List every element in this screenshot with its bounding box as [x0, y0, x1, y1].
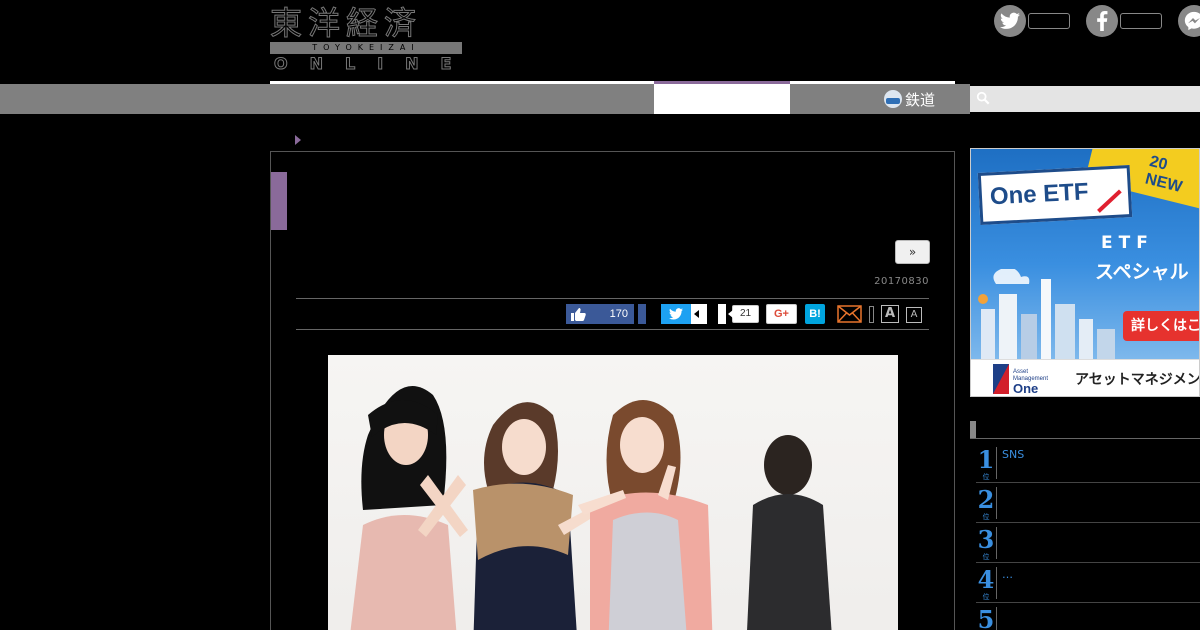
site-logo[interactable]: 東洋経済 TOYOKEIZAI ONLINE — [270, 4, 465, 74]
tweet-button[interactable] — [661, 304, 691, 324]
ranking-divider — [996, 447, 997, 479]
nav-item-rail-label: 鉄道 — [905, 90, 936, 109]
sponsor-small-1: Asset — [1013, 369, 1028, 375]
article-title-marker — [271, 172, 287, 230]
ranking-number: 5位 — [976, 607, 996, 630]
global-nav — [0, 84, 970, 114]
ranking-divider — [996, 487, 997, 519]
ranking-number-unit: 位 — [982, 513, 990, 521]
ranking-divider — [996, 527, 997, 559]
sidebar-ad[interactable]: 20 NEW One ETF ETF スペシャル 詳しくはこ Asset Man… — [970, 148, 1200, 397]
article-photo — [328, 355, 898, 630]
next-page-button[interactable]: » — [895, 240, 930, 264]
font-size-small-button[interactable]: A — [906, 307, 922, 323]
twitter-icon[interactable] — [994, 5, 1026, 37]
train-icon — [884, 90, 902, 108]
thumbs-up-icon — [571, 308, 586, 321]
sponsor-big: One — [1013, 381, 1038, 394]
ranking-number-digit: 4 — [977, 565, 995, 594]
hatena-bookmark-button[interactable]: B! — [805, 304, 825, 324]
logo-band: TOYOKEIZAI — [270, 42, 462, 54]
ranking-item[interactable]: 4 位 … — [976, 563, 1200, 603]
ranking-item[interactable]: 3位 — [976, 523, 1200, 563]
logo-band-text: TOYOKEIZAI — [312, 43, 420, 52]
ranking-number-digit: 5 — [977, 605, 995, 630]
ranking-number: 2位 — [976, 487, 996, 523]
article: » 20170830 170 21 G+ B! A A — [270, 151, 955, 630]
twitter-count — [1028, 13, 1070, 29]
facebook-like-button[interactable]: 170 — [566, 304, 634, 324]
ad-brand: One ETF — [989, 178, 1090, 211]
city-illustration — [978, 269, 1115, 359]
ad-brand-box: One ETF — [977, 165, 1133, 225]
logo-kanji: 東洋経済 — [270, 4, 423, 42]
photo-illustration — [350, 386, 832, 630]
twitter-icon — [669, 308, 683, 320]
ranking-number-digit: 3 — [977, 525, 995, 554]
ranking-item[interactable]: 1 位 SNS — [976, 443, 1200, 483]
ranking-item[interactable]: 2位 — [976, 483, 1200, 523]
ranking-title: SNS — [1002, 448, 1025, 461]
search-icon — [976, 91, 990, 105]
article-date: 20170830 — [874, 276, 929, 287]
facebook-like-count: 170 — [609, 308, 628, 320]
nav-item-rail[interactable]: 鉄道 — [884, 84, 935, 114]
ad-brand-swoosh — [1097, 189, 1122, 213]
ranking-number-unit: 位 — [982, 473, 990, 481]
ranking-divider — [996, 567, 997, 599]
ranking-item[interactable]: 5位 — [976, 603, 1200, 630]
mail-icon[interactable] — [837, 305, 862, 323]
facebook-count — [1120, 13, 1162, 29]
social-buttons — [994, 5, 1200, 37]
ranking-number-digit: 1 — [977, 445, 995, 474]
sponsor-logo: Asset Management One — [993, 364, 1048, 394]
ranking-list: 1位SNS2位3位4位…5位 — [976, 443, 1200, 630]
font-size-large-button[interactable]: A — [881, 305, 899, 323]
ranking-divider — [996, 607, 997, 630]
share-divider-top — [296, 298, 929, 299]
breadcrumb-arrow-icon — [295, 135, 301, 145]
search-input[interactable] — [970, 86, 1200, 112]
ad-sponsor-bar: Asset Management One アセットマネジメント — [971, 359, 1200, 396]
nav-item-active[interactable] — [654, 84, 790, 114]
facebook-icon[interactable] — [1086, 5, 1118, 37]
ranking-number: 1位 — [976, 447, 996, 483]
logo-online: ONLINE — [273, 54, 474, 74]
messenger-icon[interactable] — [1178, 5, 1200, 37]
ad-headline-1: ETF — [1101, 233, 1154, 253]
ranking-number-digit: 2 — [977, 485, 995, 514]
ranking-number-unit: 位 — [982, 553, 990, 561]
ranking-number: 4位 — [976, 567, 996, 603]
ranking-number: 3位 — [976, 527, 996, 563]
ad-cta-button[interactable]: 詳しくはこ — [1123, 311, 1199, 341]
share-divider-bottom — [296, 329, 929, 330]
hatebu-count: 21 — [728, 305, 759, 323]
google-plus-button[interactable]: G+ — [766, 304, 797, 324]
ranking-title: … — [1002, 568, 1013, 581]
tweet-count-bubble — [691, 304, 707, 324]
facebook-share-button[interactable] — [638, 304, 646, 324]
font-size-divider — [869, 306, 874, 323]
ranking-header — [970, 421, 1200, 439]
ranking-number-unit: 位 — [982, 593, 990, 601]
page: 東洋経済 TOYOKEIZAI ONLINE 鉄道 » 20170830 170… — [0, 0, 1200, 630]
sponsor-jp: アセットマネジメント — [1075, 372, 1200, 388]
share-count-box — [718, 304, 726, 324]
